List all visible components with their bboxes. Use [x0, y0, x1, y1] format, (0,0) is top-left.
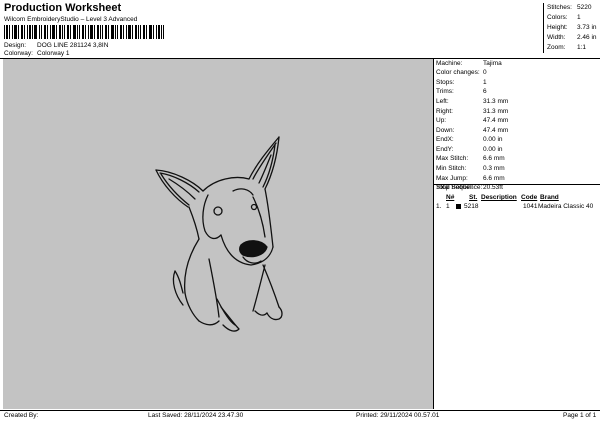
row-brand: Madeira Classic 40	[538, 203, 594, 210]
design-label: Design:	[4, 42, 27, 49]
stop-sequence-title: Stop Sequence:	[436, 184, 483, 191]
stop-sequence-row: 1. 1 5218 1041 Madeira Classic 40	[436, 203, 599, 212]
colorway-name: Colorway 1	[37, 50, 70, 57]
detail-row: Stops: 1	[436, 78, 487, 86]
detail-row: EndY: 0.00 in	[436, 145, 503, 153]
colorway-row: Colorway: Colorway 1	[4, 50, 70, 58]
stat-row: Stitches: 5220	[547, 3, 592, 11]
divider	[0, 410, 600, 411]
detail-row: Left: 31.3 mm	[436, 97, 509, 105]
stat-row: Height: 3.73 in	[547, 23, 597, 31]
stat-row: Zoom: 1:1	[547, 43, 587, 51]
detail-row: EndX: 0.00 in	[436, 136, 503, 144]
col-num: N#	[446, 194, 455, 201]
row-index: 1.	[436, 203, 442, 210]
design-stats: Stitches: 5220 Colors: 1 Height: 3.73 in Wi…	[543, 3, 599, 53]
col-brand: Brand	[540, 194, 559, 201]
footer-printed: Printed: 29/11/2024 00.57.01	[356, 412, 440, 419]
design-row: Design: DOG LINE 281124 3,8IN	[4, 42, 109, 50]
stat-row: Width: 2.46 in	[547, 33, 597, 41]
detail-row: Max Stitch: 6.6 mm	[436, 155, 505, 163]
footer-created-by: Created By:	[4, 412, 39, 419]
stat-row: Colors: 1	[547, 13, 581, 21]
detail-row: Machine: Tajima	[436, 59, 502, 67]
footer-page: Page 1 of 1	[563, 412, 597, 419]
detail-row: Trims: 6	[436, 88, 487, 96]
divider	[433, 59, 434, 409]
stop-sequence-header: N# St. Description Code Brand	[436, 194, 599, 203]
footer-last-saved: Last Saved: 28/11/2024 23.47.30	[148, 412, 244, 419]
design-name: DOG LINE 281124 3,8IN	[37, 42, 109, 49]
detail-row: Color changes: 0	[436, 69, 487, 77]
row-code: 1041	[523, 203, 538, 210]
detail-row: Min Stitch: 0.3 mm	[436, 165, 505, 173]
detail-row: Down: 47.4 mm	[436, 126, 509, 134]
row-stitches: 5218	[464, 203, 479, 210]
barcode	[4, 25, 164, 39]
row-num: 1	[446, 203, 450, 210]
software-subtitle: Wilcom EmbroideryStudio – Level 3 Advanc…	[4, 16, 138, 23]
dog-line-embroidery-image	[155, 136, 283, 332]
col-stitches: St.	[469, 194, 478, 201]
detail-row: Up: 47.4 mm	[436, 117, 509, 125]
design-preview	[3, 59, 433, 409]
col-code: Code	[521, 194, 538, 201]
colorway-label: Colorway:	[4, 50, 33, 57]
detail-row: Right: 31.3 mm	[436, 107, 509, 115]
detail-row: Max Jump: 6.6 mm	[436, 174, 505, 182]
machine-details: Machine: Tajima Color changes: 0 Stops: 1 T…	[436, 59, 599, 193]
worksheet-title: Production Worksheet	[4, 2, 122, 14]
col-description: Description	[481, 194, 517, 201]
